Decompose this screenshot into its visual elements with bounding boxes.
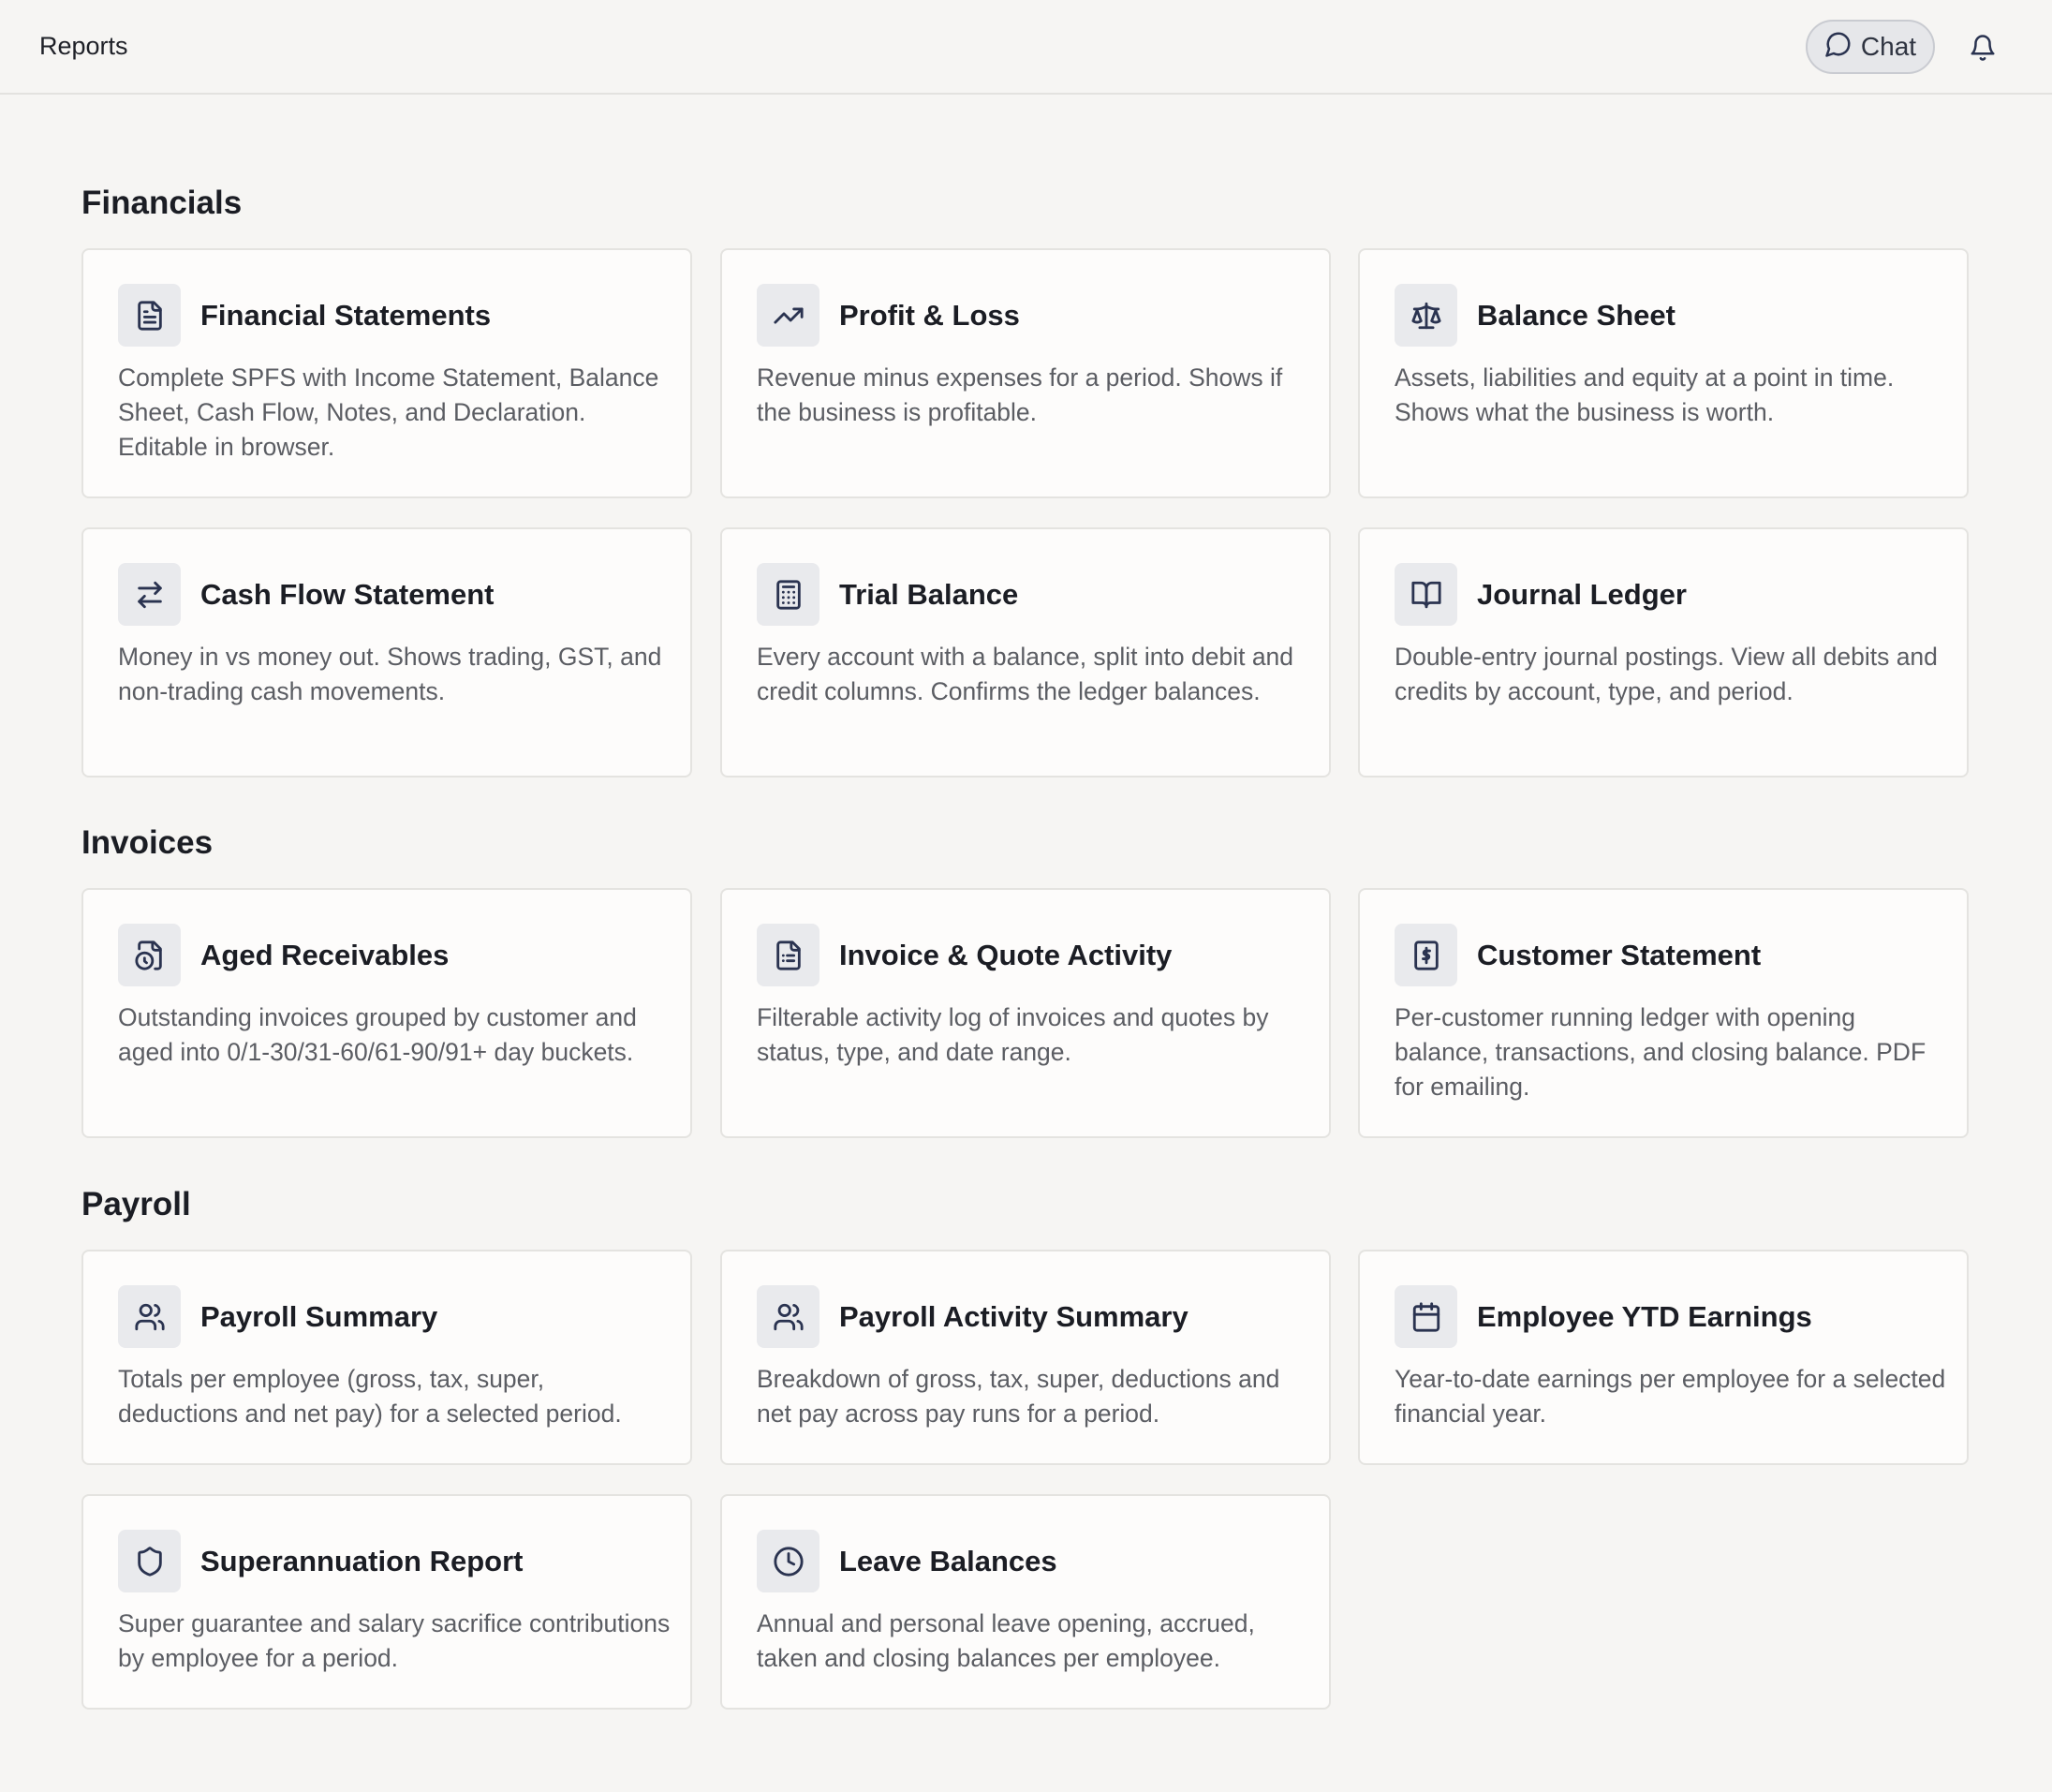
report-card-leave-balances[interactable]: Leave Balances Annual and personal leave… <box>720 1494 1331 1710</box>
card-title: Journal Ledger <box>1477 578 1687 611</box>
card-description: Assets, liabilities and equity at a poin… <box>1395 363 1895 426</box>
card-title: Superannuation Report <box>200 1545 524 1577</box>
section-title-financials: Financials <box>81 185 243 221</box>
shield-icon <box>118 1530 181 1592</box>
card-title: Profit & Loss <box>839 299 1020 332</box>
card-title: Customer Statement <box>1477 939 1762 971</box>
trending-up-icon <box>757 284 819 347</box>
card-title: Invoice & Quote Activity <box>839 939 1173 971</box>
card-description: Complete SPFS with Income Statement, Bal… <box>118 363 659 461</box>
report-card-superannuation-report[interactable]: Superannuation Report Super guarantee an… <box>81 1494 692 1710</box>
report-card-aged-receivables[interactable]: Aged Receivables Outstanding invoices gr… <box>81 888 692 1138</box>
report-card-customer-statement[interactable]: Customer Statement Per-customer running … <box>1358 888 1969 1138</box>
users-icon <box>757 1285 819 1348</box>
card-description: Money in vs money out. Shows trading, GS… <box>118 643 662 705</box>
chat-button-label: Chat <box>1860 32 1917 61</box>
card-title: Employee YTD Earnings <box>1477 1300 1812 1333</box>
notifications-bell-icon[interactable] <box>1967 32 1999 64</box>
report-card-trial-balance[interactable]: Trial Balance Every account with a balan… <box>720 527 1331 778</box>
card-description: Revenue minus expenses for a period. Sho… <box>757 363 1283 426</box>
card-title: Payroll Summary <box>200 1300 438 1333</box>
chat-bubble-icon <box>1824 30 1853 65</box>
clock-icon <box>757 1530 819 1592</box>
card-title: Cash Flow Statement <box>200 578 495 611</box>
section-title-invoices: Invoices <box>81 824 214 861</box>
report-card-cash-flow-statement[interactable]: Cash Flow Statement Money in vs money ou… <box>81 527 692 778</box>
arrows-exchange-icon <box>118 563 181 626</box>
card-description: Breakdown of gross, tax, super, deductio… <box>757 1365 1280 1428</box>
users-icon <box>118 1285 181 1348</box>
card-title: Aged Receivables <box>200 939 450 971</box>
card-description: Outstanding invoices grouped by customer… <box>118 1003 637 1066</box>
card-description: Double-entry journal postings. View all … <box>1395 643 1938 705</box>
open-book-icon <box>1395 563 1457 626</box>
card-title: Leave Balances <box>839 1545 1057 1577</box>
page-title: Reports <box>39 32 128 60</box>
report-card-invoice-quote-activity[interactable]: Invoice & Quote Activity Filterable acti… <box>720 888 1331 1138</box>
receipt-dollar-icon <box>1395 924 1457 986</box>
file-clock-icon <box>118 924 181 986</box>
section-title-payroll: Payroll <box>81 1186 191 1222</box>
calendar-icon <box>1395 1285 1457 1348</box>
report-card-journal-ledger[interactable]: Journal Ledger Double-entry journal post… <box>1358 527 1969 778</box>
report-card-balance-sheet[interactable]: Balance Sheet Assets, liabilities and eq… <box>1358 248 1969 498</box>
card-description: Every account with a balance, split into… <box>757 643 1294 705</box>
card-title: Balance Sheet <box>1477 299 1676 332</box>
card-title: Trial Balance <box>839 578 1019 611</box>
card-description: Per-customer running ledger with opening… <box>1395 1003 1927 1101</box>
report-card-financial-statements[interactable]: Financial Statements Complete SPFS with … <box>81 248 692 498</box>
card-title: Payroll Activity Summary <box>839 1300 1188 1333</box>
report-card-payroll-activity-summary[interactable]: Payroll Activity Summary Breakdown of gr… <box>720 1250 1331 1465</box>
report-card-profit-loss[interactable]: Profit & Loss Revenue minus expenses for… <box>720 248 1331 498</box>
card-description: Year-to-date earnings per employee for a… <box>1395 1365 1946 1428</box>
report-card-employee-ytd-earnings[interactable]: Employee YTD Earnings Year-to-date earni… <box>1358 1250 1969 1465</box>
scale-icon <box>1395 284 1457 347</box>
card-description: Annual and personal leave opening, accru… <box>757 1609 1255 1672</box>
report-card-payroll-summary[interactable]: Payroll Summary Totals per employee (gro… <box>81 1250 692 1465</box>
card-title: Financial Statements <box>200 299 492 332</box>
card-description: Super guarantee and salary sacrifice con… <box>118 1609 671 1672</box>
document-icon <box>118 284 181 347</box>
card-description: Totals per employee (gross, tax, super, … <box>118 1365 622 1428</box>
top-bar: Reports Chat <box>0 0 2052 95</box>
file-list-icon <box>757 924 819 986</box>
calculator-icon <box>757 563 819 626</box>
card-description: Filterable activity log of invoices and … <box>757 1003 1269 1066</box>
chat-button[interactable]: Chat <box>1806 20 1935 74</box>
